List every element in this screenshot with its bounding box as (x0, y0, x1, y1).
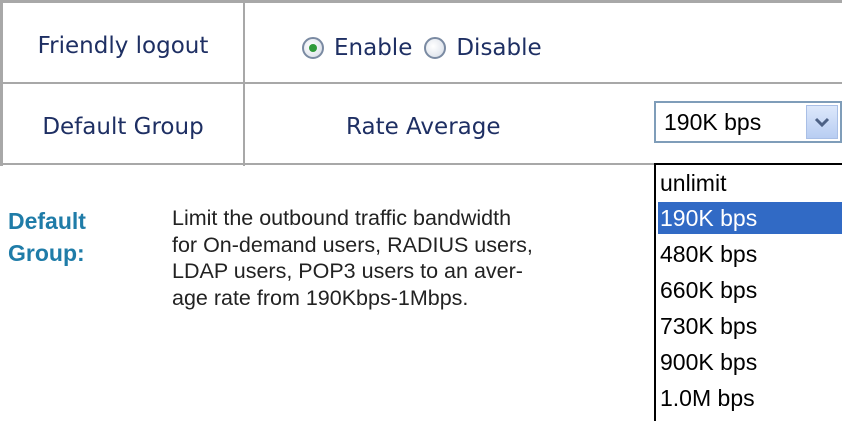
description-title-line2: Group: (8, 240, 85, 266)
description-line: Limit the outbound traffic bandwidth (172, 206, 512, 230)
enable-radio-label[interactable]: Enable (334, 35, 412, 61)
disable-radio[interactable] (424, 37, 447, 59)
dropdown-option-900k[interactable]: 900K bps (658, 346, 842, 378)
dropdown-option-730k[interactable]: 730K bps (658, 310, 842, 342)
friendly-logout-label: Friendly logout (37, 33, 209, 59)
dropdown-option-480k[interactable]: 480K bps (658, 238, 842, 270)
rate-average-selected-value: 190K bps (664, 109, 762, 135)
description-line: age rate from 190Kbps-1Mbps. (172, 285, 469, 310)
disable-radio-label[interactable]: Disable (456, 35, 541, 61)
description-text: Limit the outbound traffic bandwidth for… (172, 205, 632, 311)
default-group-label: Default Group (42, 114, 204, 140)
description-line: LDAP users, POP3 users to an aver- (172, 259, 523, 283)
chevron-down-icon[interactable] (806, 105, 838, 139)
dropdown-option-660k[interactable]: 660K bps (658, 274, 842, 306)
dropdown-option-190k[interactable]: 190K bps (658, 202, 842, 234)
dropdown-option-1m[interactable]: 1.0M bps (658, 382, 842, 414)
friendly-logout-radio-group: Enable Disable (302, 33, 542, 63)
enable-radio[interactable] (302, 37, 324, 59)
description-title: Default Group: (8, 205, 86, 269)
rate-average-label: Rate Average (346, 114, 501, 140)
friendly-logout-row: Friendly logout Enable Disable (0, 6, 842, 84)
description-line: for On-demand users, RADIUS users, (172, 232, 533, 257)
rate-average-select[interactable]: 190K bps (654, 101, 842, 143)
description-title-line1: Default (8, 208, 86, 234)
dropdown-option-unlimit[interactable]: unlimit (658, 167, 842, 199)
rate-average-dropdown-list: unlimit 190K bps 480K bps 660K bps 730K … (654, 163, 842, 421)
